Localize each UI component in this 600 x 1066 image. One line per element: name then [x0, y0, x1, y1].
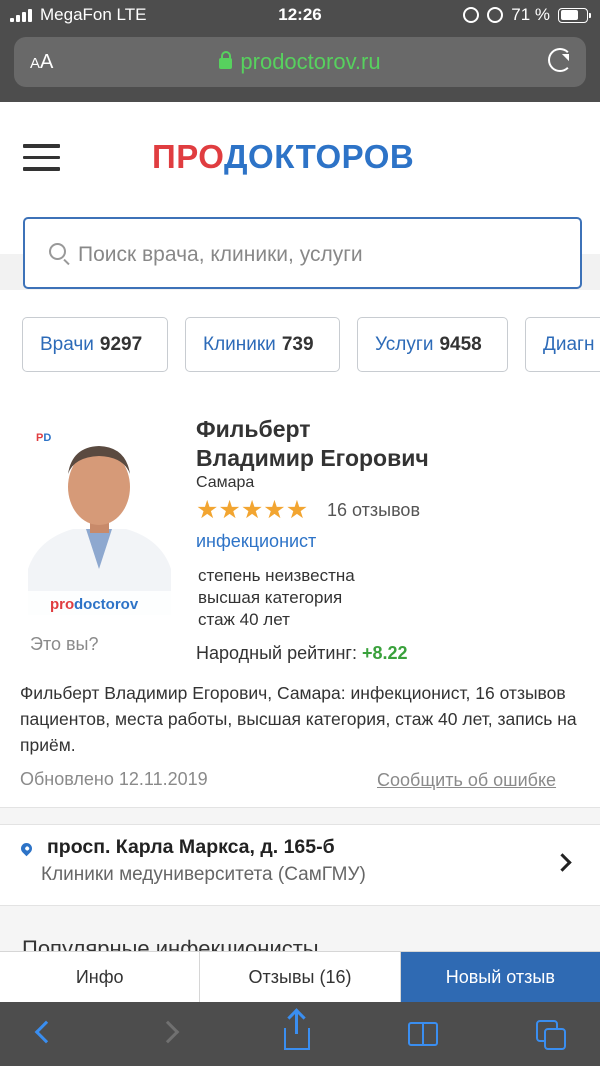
battery-percent: 71 %: [511, 5, 550, 24]
category-count: 9297: [99, 333, 143, 355]
logo-part-doctors: ДОКТОРОВ: [224, 138, 415, 175]
doctor-photo: pro doctorov: [28, 429, 171, 615]
doctor-name-line2: Владимир Егорович: [196, 445, 429, 471]
alarm-icon: [463, 7, 480, 23]
doctor-name-line1: Фильберт: [196, 416, 311, 442]
lock-icon: [219, 51, 233, 69]
category-label: Услуги: [375, 333, 434, 355]
url-text: prodoctorov.ru: [240, 49, 381, 74]
star-icon: ★: [263, 496, 286, 524]
rating-label: Народный рейтинг:: [196, 643, 357, 663]
doctor-name: Фильберт Владимир Егорович: [196, 415, 429, 473]
specialty-link[interactable]: инфекционист: [196, 531, 316, 552]
browser-address-area: AA prodoctorov.ru: [0, 30, 600, 102]
search-icon: [49, 243, 66, 260]
address-row[interactable]: просп. Карла Маркса, д. 165-б Клиники ме…: [0, 825, 600, 905]
report-error-link[interactable]: Сообщить об ошибке: [377, 770, 556, 791]
category-label: Диагн: [543, 333, 595, 355]
rating-stars: ★ ★ ★ ★ ★: [196, 496, 309, 524]
people-rating: Народный рейтинг: +8.22: [196, 643, 408, 664]
star-icon: ★: [218, 496, 241, 524]
category-label: Врачи: [40, 333, 94, 355]
pd-badge-icon: PD: [36, 432, 52, 444]
star-icon: ★: [240, 496, 264, 524]
tab-info[interactable]: Инфо: [0, 952, 201, 1002]
address-street: просп. Карла Маркса, д. 165-б: [47, 836, 335, 858]
bookmarks-icon[interactable]: [408, 1022, 440, 1046]
reviews-count-link[interactable]: 16 отзывов: [327, 500, 420, 521]
doctor-city: Самара: [196, 474, 255, 491]
tabs-icon[interactable]: [536, 1020, 566, 1050]
site-header: ПРОДОКТОРОВ: [0, 102, 600, 214]
section-divider: [0, 807, 600, 825]
battery-icon: [558, 7, 591, 23]
menu-icon[interactable]: [23, 144, 60, 173]
star-icon: ★: [285, 496, 309, 524]
status-right: 71 %: [463, 5, 591, 25]
site-logo[interactable]: ПРОДОКТОРОВ: [152, 138, 414, 176]
status-bar: MegaFon LTE 12:26 71 %: [0, 0, 600, 30]
category-doctors[interactable]: Врачи 9297: [22, 317, 168, 372]
logo-part-pro: ПРО: [152, 138, 225, 175]
claim-profile-link[interactable]: Это вы?: [30, 634, 99, 655]
doctor-meta: степень неизвестна высшая категория стаж…: [198, 565, 355, 631]
next-section-title: Популярные инфекционисты: [22, 936, 319, 952]
tab-new-review[interactable]: Новый отзыв: [400, 952, 600, 1002]
doctor-category: высшая категория: [198, 588, 343, 607]
share-icon[interactable]: [284, 1012, 310, 1050]
back-icon[interactable]: [34, 1020, 58, 1044]
address-clinic: Клиники медуниверситета (СамГМУ): [41, 864, 366, 885]
tab-reviews[interactable]: Отзывы (16): [200, 952, 401, 1002]
updated-date: Обновлено 12.11.2019: [20, 769, 208, 789]
category-clinics[interactable]: Клиники 739: [185, 317, 340, 372]
photo-brand-pro: pro: [50, 596, 74, 613]
bottom-tabs: Инфо Отзывы (16) Новый отзыв: [0, 951, 600, 1002]
doctor-degree: степень неизвестна: [198, 566, 355, 585]
photo-brand-rest: doctorov: [74, 596, 139, 613]
category-label: Клиники: [203, 333, 276, 355]
url-display[interactable]: prodoctorov.ru: [14, 49, 586, 75]
category-count: 739: [281, 333, 314, 355]
doctor-experience: стаж 40 лет: [198, 610, 290, 629]
category-diagnostics[interactable]: Диагн: [525, 317, 600, 372]
doctor-description: Фильберт Владимир Егорович, Самара: инфе…: [20, 683, 577, 755]
location-pin-icon: [18, 840, 35, 857]
search-placeholder: Поиск врача, клиники, услуги: [78, 243, 363, 266]
rating-value: +8.22: [361, 643, 408, 663]
address-bar[interactable]: AA prodoctorov.ru: [14, 37, 586, 87]
star-icon: ★: [196, 496, 219, 524]
search-input[interactable]: Поиск врача, клиники, услуги: [23, 217, 582, 289]
browser-toolbar: [0, 1002, 600, 1066]
category-count: 9458: [439, 333, 482, 355]
chevron-right-icon: [553, 853, 572, 872]
forward-icon[interactable]: [156, 1020, 180, 1044]
category-services[interactable]: Услуги 9458: [357, 317, 508, 372]
reload-icon[interactable]: [548, 48, 572, 72]
orientation-lock-icon: [487, 7, 504, 23]
